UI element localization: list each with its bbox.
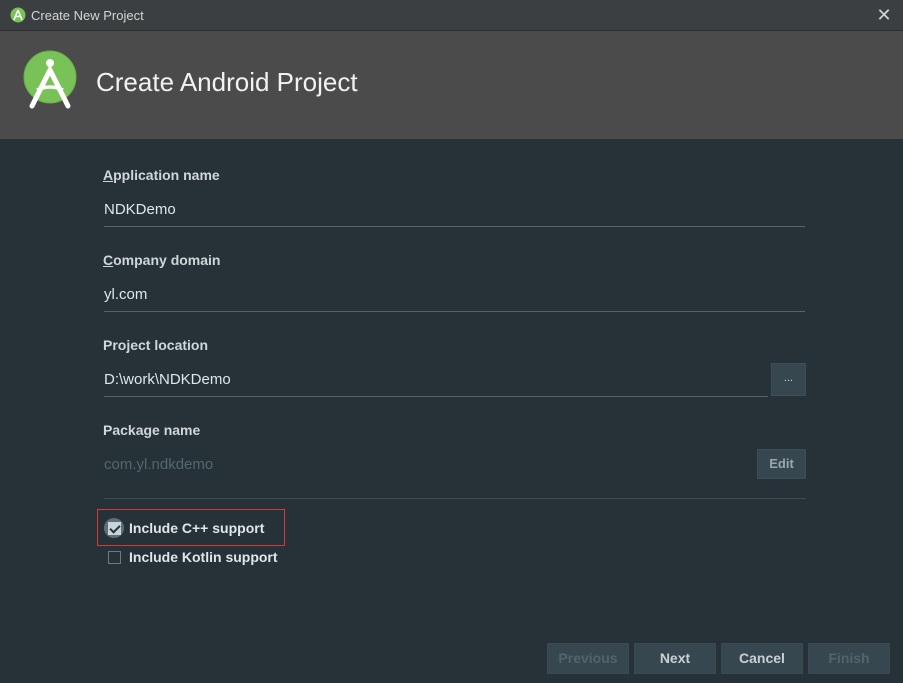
wizard-body bbox=[0, 139, 903, 683]
project-location-underline bbox=[104, 396, 768, 397]
project-location-label: Project location bbox=[103, 337, 209, 353]
include-cpp-label: Include C++ support bbox=[129, 520, 265, 536]
company-domain-label: Company domain bbox=[103, 252, 221, 268]
edit-package-button[interactable]: Edit bbox=[757, 449, 806, 479]
window-title: Create New Project bbox=[31, 8, 144, 23]
include-kotlin-option[interactable]: Include Kotlin support bbox=[108, 549, 278, 565]
include-kotlin-checkbox[interactable] bbox=[108, 550, 121, 564]
application-name-label: Application name bbox=[103, 167, 220, 183]
package-name-label: Package name bbox=[103, 422, 201, 438]
company-domain-input[interactable]: yl.com bbox=[104, 286, 804, 303]
options-separator bbox=[104, 498, 806, 499]
checkbox-focus-ring bbox=[104, 518, 124, 538]
finish-button[interactable]: Finish bbox=[808, 643, 890, 674]
close-icon[interactable]: ✕ bbox=[873, 4, 895, 26]
application-name-underline bbox=[104, 226, 805, 227]
window-titlebar: Create New Project ✕ bbox=[0, 0, 903, 31]
include-cpp-checkbox[interactable] bbox=[107, 521, 121, 535]
project-location-input[interactable]: D:\work\NDKDemo bbox=[104, 371, 764, 388]
include-kotlin-label: Include Kotlin support bbox=[129, 549, 278, 565]
next-button[interactable]: Next bbox=[634, 643, 716, 674]
previous-button[interactable]: Previous bbox=[547, 643, 629, 674]
android-studio-logo-icon bbox=[23, 50, 77, 109]
include-cpp-option[interactable]: Include C++ support bbox=[104, 518, 265, 538]
page-title: Create Android Project bbox=[96, 67, 358, 97]
company-domain-underline bbox=[104, 311, 805, 312]
cancel-button[interactable]: Cancel bbox=[721, 643, 803, 674]
android-studio-small-icon bbox=[10, 7, 26, 23]
browse-location-button[interactable]: ... bbox=[771, 363, 806, 396]
package-name-value: com.yl.ndkdemo bbox=[104, 456, 214, 473]
application-name-input[interactable]: NDKDemo bbox=[104, 201, 804, 218]
wizard-header: Create Android Project bbox=[0, 31, 903, 139]
